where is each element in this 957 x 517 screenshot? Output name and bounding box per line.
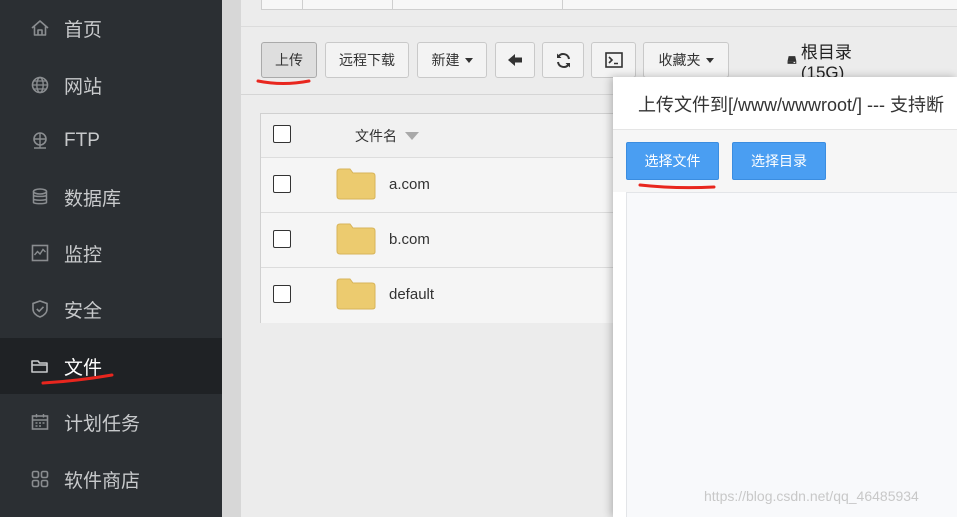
sidebar-item-ftp[interactable]: FTP [0,113,222,169]
remote-download-button[interactable]: 远程下载 [325,42,409,78]
arrow-left-icon [508,54,522,66]
sidebar-item-label: 安全 [64,300,103,322]
chevron-down-icon [705,57,714,63]
database-icon [30,187,50,207]
row-checkbox[interactable] [273,230,291,248]
select-all-checkbox[interactable] [273,125,291,143]
sidebar: 首页 网站 FTP 数据库 监控 安全 文件 计划任务 软件商店 [0,0,222,517]
home-icon [30,18,50,38]
choose-directory-button[interactable]: 选择目录 [732,142,826,180]
refresh-button[interactable] [542,42,584,78]
dialog-title: 上传文件到[/www/wwwroot/] --- 支持断 [638,95,944,115]
terminal-icon [604,52,623,68]
terminal-button[interactable] [591,42,636,78]
watermark: https://blog.csdn.net/qq_46485934 [704,488,919,504]
favorites-label: 收藏夹 [658,52,701,68]
row-checkbox[interactable] [273,175,291,193]
column-header-filename[interactable]: 文件名 [355,114,419,158]
sidebar-item-label: 首页 [64,19,103,41]
path-bar [261,0,957,10]
globe-icon [30,75,50,95]
calendar-icon [30,412,50,432]
sidebar-item-website[interactable]: 网站 [0,57,222,113]
folder-icon [336,168,376,200]
disk-icon [787,56,797,64]
choose-directory-label: 选择目录 [751,153,807,169]
sidebar-item-database[interactable]: 数据库 [0,169,222,225]
sidebar-item-label: 文件 [64,357,103,379]
root-dir-label: 根目录(15G) [800,42,852,82]
shield-icon [30,299,50,319]
upload-dialog: 上传文件到[/www/wwwroot/] --- 支持断 选择文件 选择目录 [613,77,957,517]
sidebar-item-security[interactable]: 安全 [0,281,222,337]
file-name[interactable]: default [389,286,434,303]
sidebar-item-files[interactable]: 文件 [0,338,222,394]
sidebar-item-label: 监控 [64,244,103,266]
choose-file-button[interactable]: 选择文件 [626,142,719,180]
back-button[interactable] [495,42,535,78]
sort-desc-icon [405,132,419,140]
new-button[interactable]: 新建 [417,42,487,78]
upload-button-label: 上传 [275,52,303,68]
upload-button[interactable]: 上传 [261,42,317,78]
folder-icon [336,278,376,310]
favorites-button[interactable]: 收藏夹 [643,42,729,78]
sidebar-item-label: 数据库 [64,188,122,210]
row-checkbox[interactable] [273,285,291,303]
remote-download-label: 远程下载 [339,52,395,68]
choose-file-label: 选择文件 [644,153,701,169]
sidebar-item-label: FTP [64,130,100,151]
folder-icon [336,223,376,255]
new-button-label: 新建 [431,52,460,68]
folder-icon [30,356,50,376]
grid-icon [30,469,50,489]
file-name[interactable]: b.com [389,231,430,248]
refresh-icon [556,52,570,68]
upload-drop-area[interactable] [626,192,957,517]
sidebar-item-label: 计划任务 [64,413,141,435]
sidebar-item-cron[interactable]: 计划任务 [0,394,222,450]
sidebar-item-home[interactable]: 首页 [0,0,222,56]
column-header-label: 文件名 [355,128,397,144]
sidebar-gutter [222,0,241,517]
ftp-icon [30,131,50,151]
divider [241,26,957,27]
monitor-icon [30,243,50,263]
sidebar-item-label: 软件商店 [64,470,141,492]
file-name[interactable]: a.com [389,176,430,193]
root-dir-button[interactable]: 根目录(15G) [787,42,852,82]
chevron-down-icon [464,57,473,63]
sidebar-item-store[interactable]: 软件商店 [0,451,222,507]
sidebar-item-monitor[interactable]: 监控 [0,225,222,281]
sidebar-item-label: 网站 [64,76,103,98]
